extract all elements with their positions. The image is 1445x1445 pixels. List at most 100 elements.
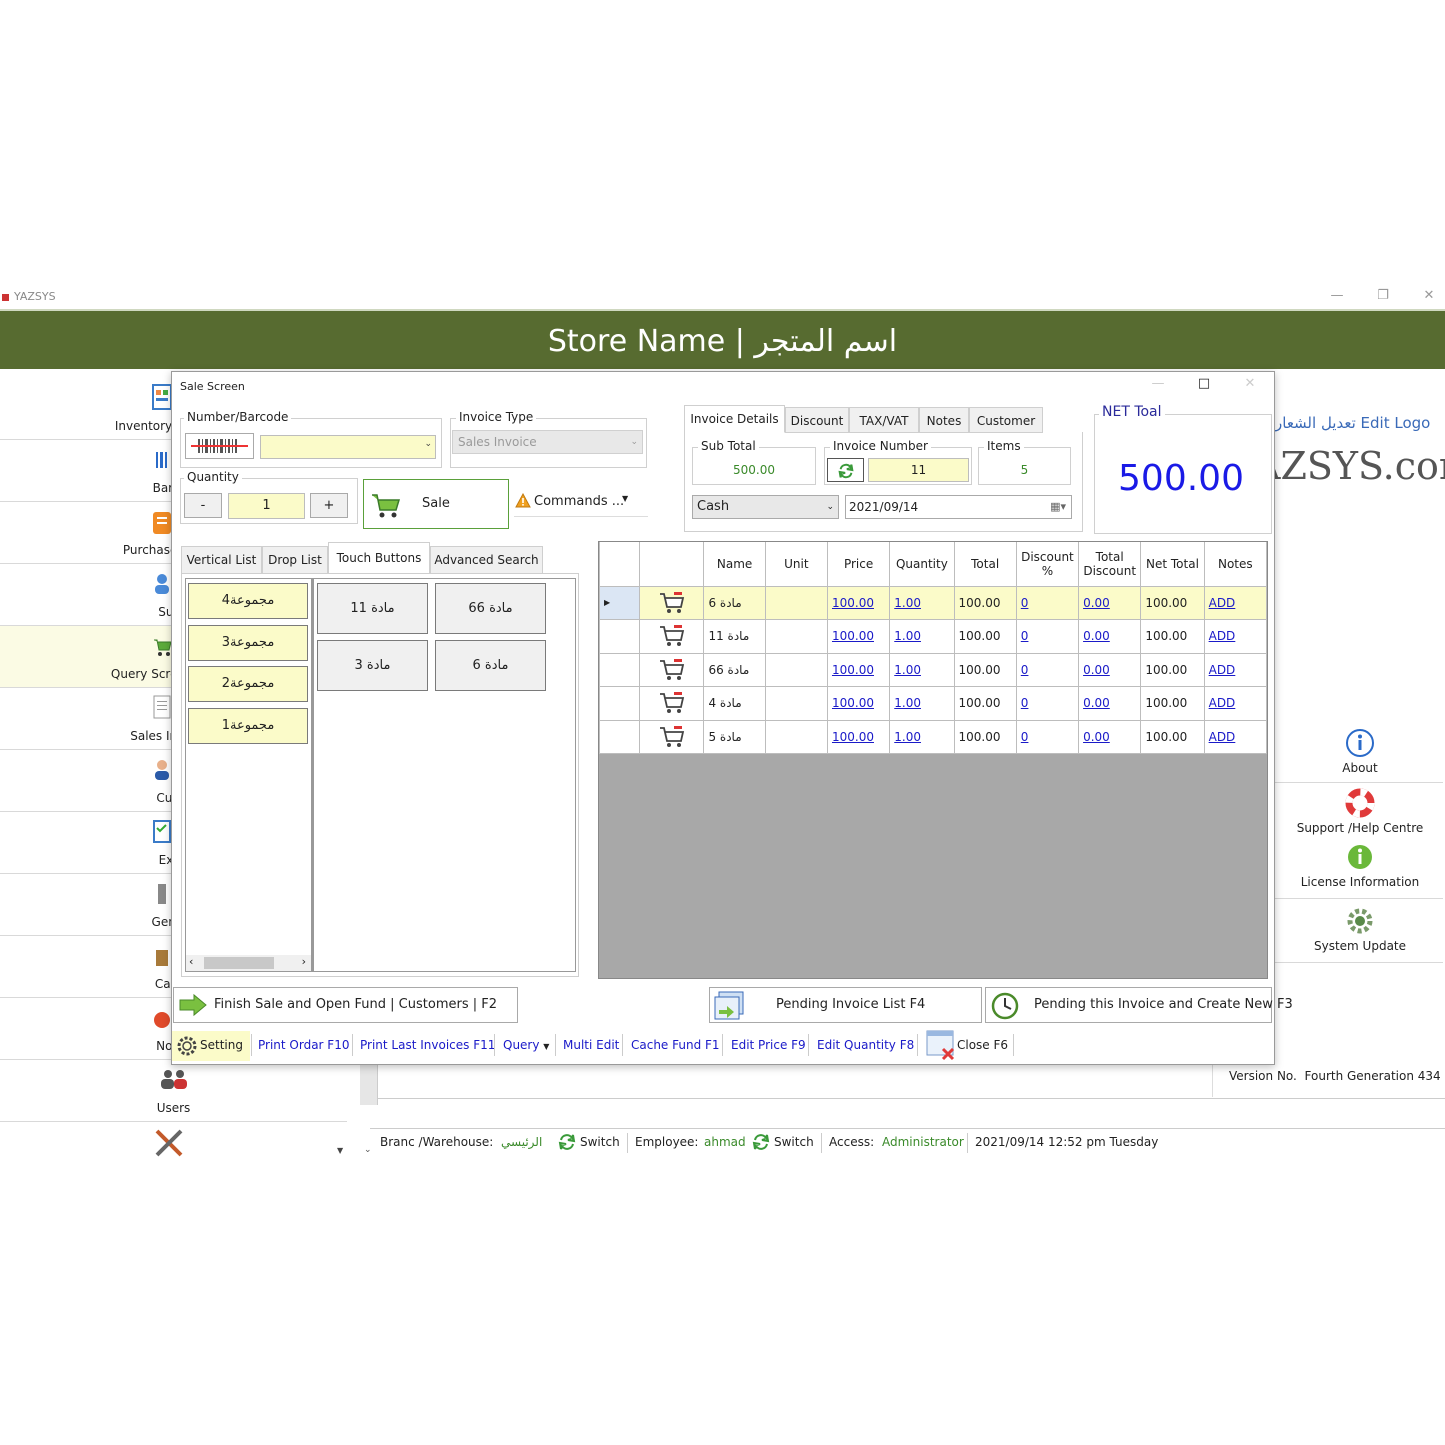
remove-item-button[interactable] bbox=[639, 585, 705, 620]
print-order-button[interactable]: Print Ordar F10 bbox=[258, 1031, 349, 1061]
tab-vertical-list[interactable]: Vertical List bbox=[181, 546, 262, 574]
commands-button[interactable]: Commands ... ▼ bbox=[514, 487, 648, 517]
support-button[interactable]: Support /Help Centre bbox=[1275, 788, 1445, 835]
table-row[interactable]: مادة 5 100.00 1.00 100.00 0 0.00 100.00 … bbox=[598, 719, 1268, 754]
query-dropdown-button[interactable]: Query ▼ bbox=[503, 1031, 549, 1061]
sale-button[interactable]: Sale bbox=[363, 479, 509, 529]
barcode-scan-button[interactable] bbox=[185, 433, 254, 459]
horizontal-scrollbar[interactable]: ‹ › bbox=[186, 955, 311, 971]
cell-unit[interactable] bbox=[764, 686, 828, 721]
switch-branch-button[interactable]: Switch bbox=[580, 1135, 620, 1149]
scrollbar-track[interactable] bbox=[360, 1065, 378, 1105]
cell-unit[interactable] bbox=[764, 585, 828, 620]
license-button[interactable]: License Information bbox=[1275, 842, 1445, 889]
tab-invoice-details[interactable]: Invoice Details bbox=[684, 405, 785, 433]
group-button[interactable]: مجموعة1 bbox=[188, 708, 308, 744]
edit-price-button[interactable]: Edit Price F9 bbox=[731, 1031, 806, 1061]
tools-icon[interactable] bbox=[152, 1126, 186, 1160]
cell-total-discount[interactable]: 0.00 bbox=[1078, 585, 1142, 620]
tab-customer[interactable]: Customer bbox=[969, 407, 1043, 433]
refresh-invoice-button[interactable] bbox=[827, 458, 864, 482]
invoice-type-select[interactable]: Sales Invoice ⌄ bbox=[452, 430, 643, 454]
cell-unit[interactable] bbox=[764, 652, 828, 687]
quantity-minus-button[interactable]: - bbox=[184, 493, 222, 518]
minimize-icon[interactable]: — bbox=[1327, 288, 1347, 306]
dialog-minimize-icon[interactable]: — bbox=[1148, 376, 1168, 394]
close-dialog-button[interactable]: Close F6 bbox=[923, 1030, 1008, 1061]
switch-employee-button[interactable]: Switch bbox=[774, 1135, 814, 1149]
column-notes[interactable]: Notes bbox=[1203, 542, 1268, 587]
invoice-date-picker[interactable]: 2021/09/14 ▦▾ bbox=[845, 495, 1072, 519]
cell-unit[interactable] bbox=[764, 619, 828, 654]
cell-quantity[interactable]: 1.00 bbox=[889, 585, 955, 620]
system-update-button[interactable]: System Update bbox=[1275, 906, 1445, 953]
finish-sale-button[interactable]: Finish Sale and Open Fund | Customers | … bbox=[173, 987, 518, 1023]
edit-logo-link[interactable]: تعديل الشعار Edit Logo bbox=[1275, 414, 1430, 432]
remove-item-button[interactable] bbox=[639, 619, 705, 654]
cell-unit[interactable] bbox=[764, 719, 828, 754]
column-total[interactable]: Total bbox=[953, 542, 1017, 587]
cell-quantity[interactable]: 1.00 bbox=[889, 652, 955, 687]
item-button[interactable]: مادة 11 bbox=[317, 583, 428, 634]
cell-notes-add[interactable]: ADD bbox=[1203, 719, 1268, 754]
calendar-icon[interactable]: ▦▾ bbox=[1050, 496, 1066, 518]
cell-discount[interactable]: 0 bbox=[1015, 619, 1080, 654]
sidebar-scroll-down-icon[interactable]: ▼ bbox=[337, 1146, 343, 1155]
dialog-close-icon[interactable]: ✕ bbox=[1240, 376, 1260, 394]
cell-price[interactable]: 100.00 bbox=[826, 619, 891, 654]
barcode-input[interactable]: ⌄ bbox=[260, 435, 436, 459]
about-button[interactable]: About bbox=[1275, 728, 1445, 775]
cell-total-discount[interactable]: 0.00 bbox=[1078, 719, 1142, 754]
cell-total-discount[interactable]: 0.00 bbox=[1078, 619, 1142, 654]
scrollbar-thumb[interactable] bbox=[204, 957, 274, 969]
pending-create-new-button[interactable]: Pending this Invoice and Create New F3 bbox=[985, 987, 1293, 1023]
cell-discount[interactable]: 0 bbox=[1015, 719, 1080, 754]
group-button[interactable]: مجموعة2 bbox=[188, 666, 308, 702]
payment-method-select[interactable]: Cash ⌄ bbox=[692, 495, 839, 519]
table-row[interactable]: ▶ مادة 6 100.00 1.00 100.00 0 0.00 100.0… bbox=[598, 585, 1268, 620]
cell-name[interactable]: مادة 6 bbox=[703, 585, 766, 620]
cell-notes-add[interactable]: ADD bbox=[1203, 652, 1268, 687]
cell-discount[interactable]: 0 bbox=[1015, 652, 1080, 687]
table-row[interactable]: مادة 66 100.00 1.00 100.00 0 0.00 100.00… bbox=[598, 652, 1268, 687]
column-total-discount[interactable]: Total Discount bbox=[1078, 542, 1142, 587]
print-last-invoices-button[interactable]: Print Last Invoices F11 bbox=[360, 1031, 495, 1061]
cell-name[interactable]: مادة 4 bbox=[703, 686, 766, 721]
cache-fund-button[interactable]: Cache Fund F1 bbox=[631, 1031, 720, 1061]
cell-notes-add[interactable]: ADD bbox=[1203, 686, 1268, 721]
cell-name[interactable]: مادة 66 bbox=[703, 652, 766, 687]
tab-notes[interactable]: Notes bbox=[919, 407, 969, 433]
column-name[interactable]: Name bbox=[703, 542, 766, 587]
tab-drop-list[interactable]: Drop List bbox=[262, 546, 328, 574]
cell-price[interactable]: 100.00 bbox=[826, 686, 891, 721]
column-unit[interactable]: Unit bbox=[764, 542, 828, 587]
tab-touch-buttons[interactable]: Touch Buttons bbox=[328, 542, 430, 574]
tab-tax-vat[interactable]: TAX/VAT bbox=[849, 407, 919, 433]
sidebar-item-users[interactable]: Users bbox=[0, 1060, 347, 1122]
invoice-number-input[interactable]: 11 bbox=[868, 458, 969, 482]
pending-invoice-list-button[interactable]: Pending Invoice List F4 bbox=[709, 987, 982, 1023]
cell-discount[interactable]: 0 bbox=[1015, 585, 1080, 620]
cell-notes-add[interactable]: ADD bbox=[1203, 585, 1268, 620]
cell-total-discount[interactable]: 0.00 bbox=[1078, 686, 1142, 721]
remove-item-button[interactable] bbox=[639, 652, 705, 687]
restore-icon[interactable]: ❐ bbox=[1373, 288, 1393, 306]
table-row[interactable]: مادة 11 100.00 1.00 100.00 0 0.00 100.00… bbox=[598, 619, 1268, 654]
cell-quantity[interactable]: 1.00 bbox=[889, 719, 955, 754]
cell-name[interactable]: مادة 5 bbox=[703, 719, 766, 754]
remove-item-button[interactable] bbox=[639, 719, 705, 754]
group-button[interactable]: مجموعة4 bbox=[188, 583, 308, 619]
column-quantity[interactable]: Quantity bbox=[889, 542, 955, 587]
setting-button[interactable]: Setting bbox=[172, 1031, 250, 1061]
group-button[interactable]: مجموعة3 bbox=[188, 625, 308, 661]
scroll-right-icon[interactable]: › bbox=[302, 955, 306, 968]
cell-quantity[interactable]: 1.00 bbox=[889, 619, 955, 654]
cell-price[interactable]: 100.00 bbox=[826, 719, 891, 754]
item-button[interactable]: مادة 3 bbox=[317, 640, 428, 691]
column-net-total[interactable]: Net Total bbox=[1140, 542, 1205, 587]
table-row[interactable]: مادة 4 100.00 1.00 100.00 0 0.00 100.00 … bbox=[598, 686, 1268, 721]
column-price[interactable]: Price bbox=[826, 542, 891, 587]
scroll-left-icon[interactable]: ‹ bbox=[189, 955, 193, 968]
quantity-plus-button[interactable]: + bbox=[310, 493, 348, 518]
cell-quantity[interactable]: 1.00 bbox=[889, 686, 955, 721]
